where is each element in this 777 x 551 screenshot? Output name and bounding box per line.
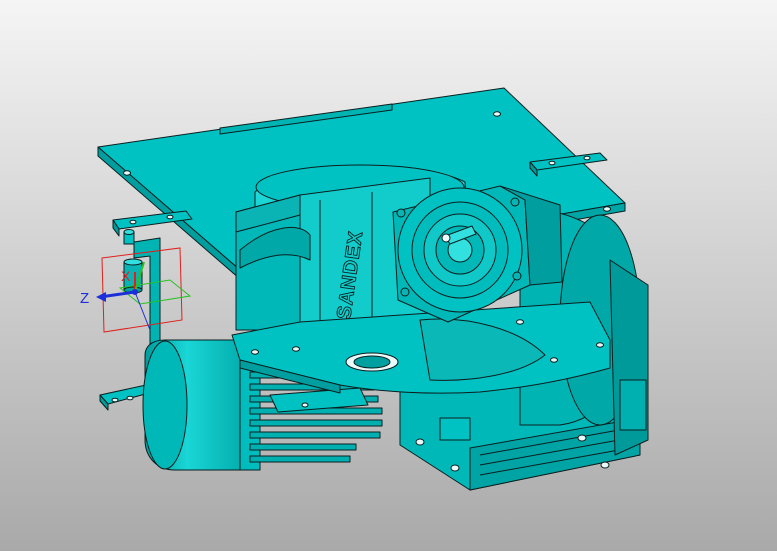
z-axis-label: Z: [80, 290, 89, 307]
scene-canvas[interactable]: SANDEX X Z: [0, 0, 777, 551]
x-axis-label: X: [121, 268, 131, 284]
cad-3d-viewport[interactable]: SANDEX X Z: [0, 0, 777, 551]
triad-origin: [132, 289, 138, 295]
